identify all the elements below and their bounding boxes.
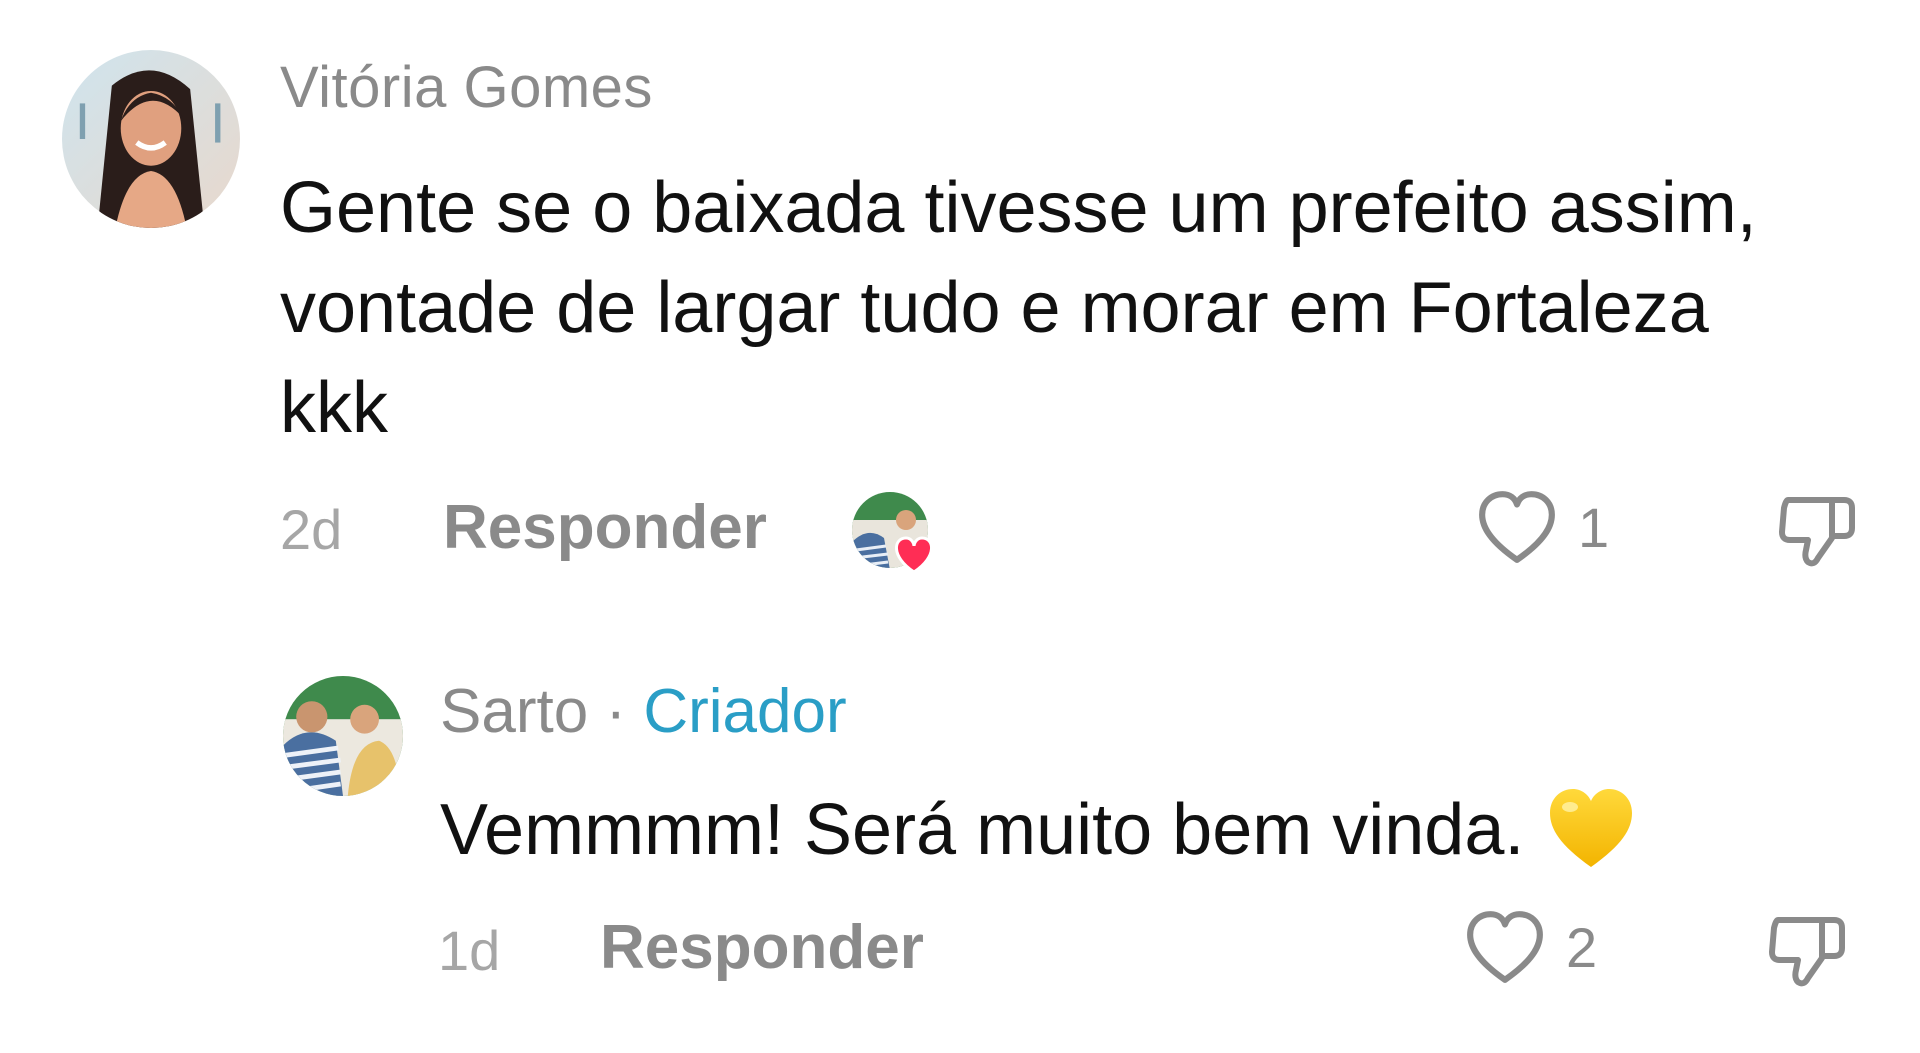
thumbs-down-outline-icon [1769, 917, 1845, 987]
like-button[interactable]: 1 [1476, 488, 1609, 566]
heart-outline-icon [1479, 491, 1555, 563]
reply-button[interactable]: Responder [443, 492, 767, 563]
creator-badge: Criador [643, 677, 847, 746]
commenter-avatar[interactable] [62, 50, 240, 228]
heart-outline-icon [1467, 911, 1543, 983]
creator-avatar-photo-icon [283, 676, 403, 796]
comment-text: Gente se o baixada tivesse um prefeito a… [280, 168, 1757, 448]
reply-header: Sarto · Criador [440, 676, 847, 747]
like-count: 2 [1566, 915, 1598, 979]
dislike-button[interactable] [1774, 488, 1858, 572]
creator-name[interactable]: Sarto [440, 677, 588, 746]
creator-avatar[interactable] [283, 676, 403, 796]
reply-button[interactable]: Responder [600, 912, 924, 983]
thumbs-down-outline-icon [1779, 497, 1855, 567]
reply-timestamp: 1d [438, 919, 501, 982]
header-separator: · [605, 677, 644, 746]
creator-liked-badge [850, 490, 946, 574]
reply-text-line: Vemmmm! Será muito bem vinda. [440, 780, 1636, 880]
dislike-button[interactable] [1764, 908, 1848, 992]
reply-text: Vemmmm! Será muito bem vinda. [440, 790, 1525, 870]
creator-liked-heart-icon [852, 492, 933, 574]
user-avatar-photo-icon [62, 50, 240, 228]
like-button[interactable]: 2 [1464, 908, 1597, 986]
like-count: 1 [1578, 495, 1610, 559]
comment-timestamp: 2d [280, 498, 343, 561]
yellow-heart-emoji-icon [1550, 788, 1633, 867]
commenter-name[interactable]: Vitória Gomes [280, 54, 653, 121]
